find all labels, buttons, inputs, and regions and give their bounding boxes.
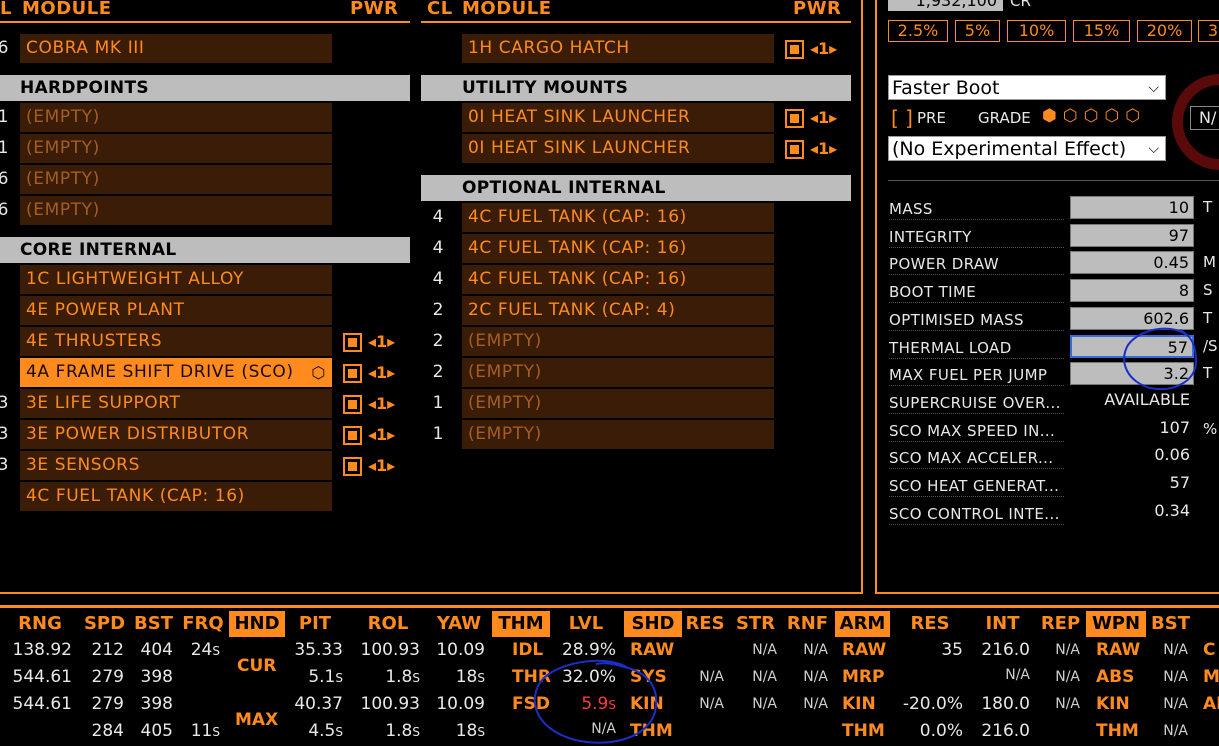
- annotation-circle-fuel: [1123, 327, 1198, 391]
- annotation-overlay: [533, 327, 1198, 744]
- annotation-circle-fsd: [533, 659, 658, 744]
